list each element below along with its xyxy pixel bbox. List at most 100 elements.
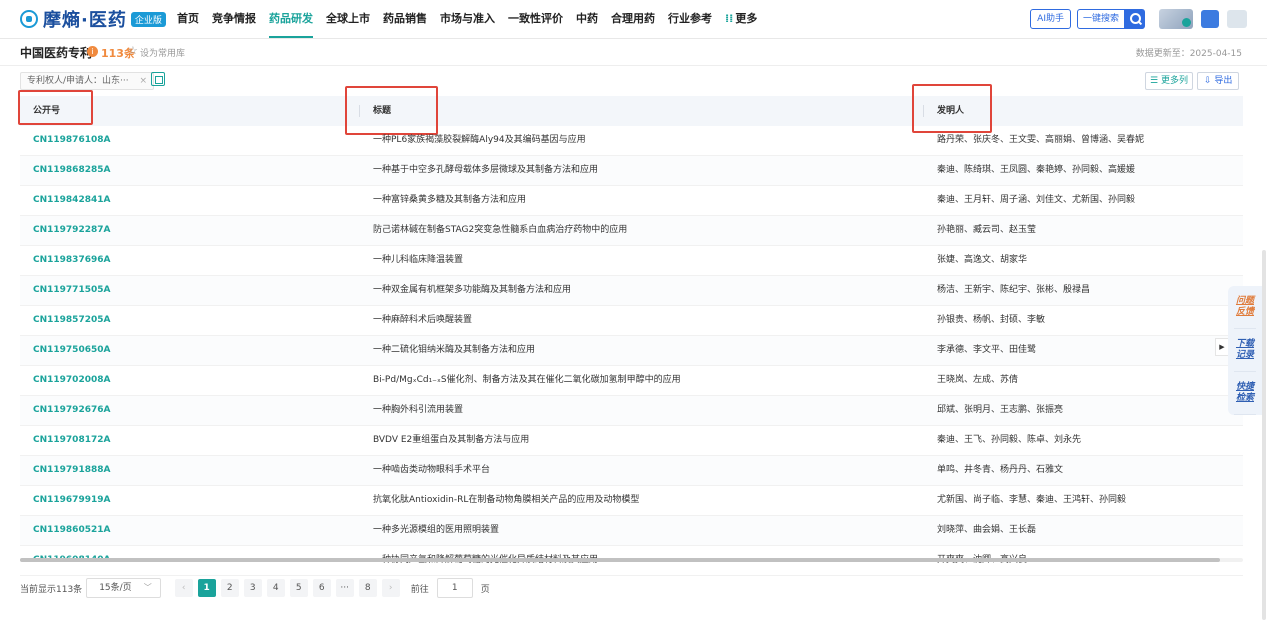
- page-button[interactable]: 1: [197, 579, 216, 597]
- page-size-select[interactable]: 15条/页 ﹀: [86, 578, 161, 598]
- side-panel-item[interactable]: 问题反馈: [1234, 286, 1256, 329]
- filter-close-icon[interactable]: ×: [140, 76, 148, 86]
- patent-title: 抗氧化肽Antioxidin-RL在制备动物角膜相关产品的应用及动物模型: [373, 495, 640, 505]
- goto-page-input[interactable]: 1: [436, 578, 473, 598]
- set-favorite-link[interactable]: 设为常用库: [140, 46, 185, 59]
- pub-no-link[interactable]: CN119860521A: [33, 516, 110, 544]
- nav-item[interactable]: 市场与准入: [440, 0, 495, 38]
- table-row: CN119792287A 防己诺林碱在制备STAG2突变急性髓系白血病治疗药物中的…: [20, 216, 1243, 246]
- nav-item[interactable]: 一致性评价: [508, 0, 563, 38]
- table-row: CN119750650A 一种二硫化钼纳米酶及其制备方法和应用 李承德、李文平、田佳…: [20, 336, 1243, 366]
- prev-page-button[interactable]: ‹: [174, 579, 193, 597]
- page-button[interactable]: 6: [312, 579, 331, 597]
- page-button[interactable]: 5: [289, 579, 308, 597]
- nav-item[interactable]: 行业参考: [668, 0, 712, 38]
- next-page-button[interactable]: ›: [381, 579, 400, 597]
- pub-no-link[interactable]: CN119771505A: [33, 276, 110, 304]
- side-panel-toggle[interactable]: ▶: [1215, 338, 1229, 356]
- search-icon[interactable]: [1125, 9, 1145, 29]
- filter-tag[interactable]: 专利权人/申请人：山东··· ×: [20, 72, 155, 90]
- pub-no-link[interactable]: CN119679919A: [33, 486, 110, 514]
- more-columns-button[interactable]: ☰ 更多列: [1145, 72, 1193, 90]
- table-row: CN119702008A Bi-Pd/MgₓCd₁₋ₓS催化剂、制备方法及其在催化…: [20, 366, 1243, 396]
- patent-title: BVDV E2重组蛋白及其制备方法与应用: [373, 435, 530, 445]
- pub-no-link[interactable]: CN119792676A: [33, 396, 110, 424]
- pub-no-link[interactable]: CN119876108A: [33, 126, 110, 154]
- nav-item[interactable]: 药品研发: [269, 0, 313, 38]
- table-row: CN119771505A 一种双金属有机框架多功能酶及其制备方法和应用 杨洁、王新宇…: [20, 276, 1243, 306]
- nav-item[interactable]: 竞争情报: [212, 0, 256, 38]
- patent-title: 一种富锌桑黄多糖及其制备方法和应用: [373, 195, 527, 205]
- side-panel: 问题反馈 下载记录 快捷检索: [1228, 286, 1262, 415]
- enterprise-badge: 企业版: [130, 11, 166, 27]
- chevron-down-icon: ﹀: [143, 583, 152, 592]
- vertical-scrollbar[interactable]: [1262, 250, 1266, 620]
- table-row: CN119860521A 一种多光源模组的医用照明装置 刘晓萍、曲会娟、王长磊: [20, 516, 1243, 546]
- pub-no-link[interactable]: CN119791888A: [33, 456, 110, 484]
- patent-title: 一种二硫化钼纳米酶及其制备方法和应用: [373, 345, 536, 355]
- page-size-value: 15条/页: [99, 583, 132, 593]
- horizontal-scrollbar-thumb[interactable]: [20, 558, 1220, 562]
- table-row: CN119837696A 一种儿科临床降温装置 张婕、高逸文、胡家华: [20, 246, 1243, 276]
- nav-item[interactable]: 合理用药: [611, 0, 655, 38]
- clear-filter-icon[interactable]: [151, 72, 165, 86]
- patent-title: 一种双金属有机框架多功能酶及其制备方法和应用: [373, 285, 572, 295]
- patent-title: 一种多光源模组的医用照明装置: [373, 525, 500, 535]
- pagination: 当前显示113条 15条/页 ﹀ ‹ 1 2 3 4 5 6 ··· 8 › 前往 1 页: [20, 578, 490, 598]
- page-button[interactable]: 4: [266, 579, 285, 597]
- table-row: CN119791888A 一种啮齿类动物眼科手术平台 单鸣、井冬青、杨丹丹、石雅文: [20, 456, 1243, 486]
- page-suffix: 页: [480, 584, 490, 595]
- info-icon[interactable]: i: [87, 46, 98, 57]
- table-row: CN119842841A 一种富锌桑黄多糖及其制备方法和应用 秦迪、王月轩、周子涵、…: [20, 186, 1243, 216]
- avatar[interactable]: [1227, 10, 1247, 28]
- nav-more-label: 更多: [735, 12, 758, 25]
- patent-title: Bi-Pd/MgₓCd₁₋ₓS催化剂、制备方法及其在催化二氧化碳加氢制甲醇中的应…: [373, 375, 681, 385]
- pub-no-link[interactable]: CN119837696A: [33, 246, 110, 274]
- horizontal-scrollbar[interactable]: [20, 558, 1243, 562]
- pub-no-link[interactable]: CN119857205A: [33, 306, 110, 334]
- nav-item[interactable]: 首页: [177, 0, 199, 38]
- table-body: CN119876108A 一种PL6家族褐藻胶裂解酶Aly94及其编码基因与应用 路…: [20, 126, 1243, 576]
- pub-no-link[interactable]: CN119708172A: [33, 426, 110, 454]
- vip-icon[interactable]: [1159, 9, 1193, 29]
- nav-item[interactable]: 药品销售: [383, 0, 427, 38]
- data-updated-label: 数据更新至：2025-04-15: [1135, 49, 1242, 59]
- inventors: 尤新国、尚子临、李慧、秦迪、王鸿轩、孙同毅: [937, 495, 1127, 505]
- patent-title: 一种基于中空多孔酵母载体多层微球及其制备方法和应用: [373, 165, 599, 175]
- filter-tag-label: 专利权人/申请人：山东···: [27, 76, 129, 86]
- side-panel-item[interactable]: 下载记录: [1234, 329, 1256, 372]
- pub-no-link[interactable]: CN119702008A: [33, 366, 110, 394]
- nav-item[interactable]: 中药: [576, 0, 598, 38]
- side-panel-item[interactable]: 快捷检索: [1234, 372, 1256, 415]
- export-button[interactable]: ⇩ 导出: [1197, 72, 1240, 90]
- patent-title: 一种儿科临床降温装置: [373, 255, 464, 265]
- patent-title: 一种麻醉科术后唤醒装置: [373, 315, 473, 325]
- page-button[interactable]: ···: [335, 579, 354, 597]
- inventors: 张婕、高逸文、胡家华: [937, 255, 1028, 265]
- goto-label: 前往: [410, 584, 429, 595]
- pub-no-link[interactable]: CN119792287A: [33, 216, 110, 244]
- inventors: 单鸣、井冬青、杨丹丹、石雅文: [937, 465, 1064, 475]
- star-icon[interactable]: ☆: [128, 44, 138, 57]
- inventors: 孙银贵、杨帆、封硕、李敏: [937, 315, 1046, 325]
- page-button[interactable]: 8: [358, 579, 377, 597]
- pub-no-link[interactable]: CN119842841A: [33, 186, 110, 214]
- page-button[interactable]: 2: [220, 579, 239, 597]
- ai-assistant-button[interactable]: AI助手: [1030, 9, 1071, 29]
- export-label: 导出: [1214, 76, 1233, 86]
- inventors: 李承德、李文平、田佳鹭: [937, 345, 1037, 355]
- page-button[interactable]: 3: [243, 579, 262, 597]
- nav-item[interactable]: 全球上市: [326, 0, 370, 38]
- logo-text: 摩熵·医药: [43, 10, 127, 31]
- logo[interactable]: 摩熵·医药 企业版: [20, 8, 166, 31]
- inventors: 王晓岚、左成、苏倩: [937, 375, 1019, 385]
- export-icon: ⇩: [1204, 76, 1212, 86]
- nav-item-more[interactable]: ⁞⁞ 更多: [725, 0, 757, 38]
- pub-no-link[interactable]: CN119868285A: [33, 156, 110, 184]
- grid-icon: ⁞⁞: [725, 12, 734, 25]
- app-icon[interactable]: [1201, 10, 1219, 28]
- inventors: 路丹荣、张庆冬、王文雯、高丽娟、曾博涵、吴春妮: [937, 135, 1145, 145]
- one-click-search-button[interactable]: 一键搜索: [1076, 9, 1125, 29]
- pub-no-link[interactable]: CN119750650A: [33, 336, 110, 364]
- total-count-label: 当前显示113条: [20, 584, 83, 595]
